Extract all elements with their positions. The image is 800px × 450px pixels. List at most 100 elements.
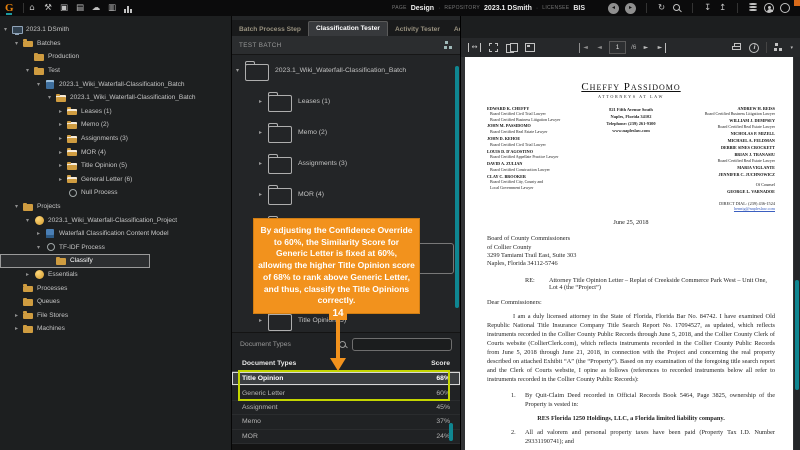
tree-item[interactable]: Production [0,50,231,64]
caret-right-icon[interactable]: ▸ [259,191,268,198]
fitpage-icon[interactable] [489,43,498,52]
tree-item[interactable]: ▾Batches [0,37,231,51]
tree-item[interactable]: ▾2023.1 DSmith [0,23,231,37]
database-icon[interactable] [748,3,758,13]
caret-right-icon[interactable]: ▸ [59,108,67,115]
tree-item[interactable]: ▾2023.1_Wiki_Waterfall-Classification_Ba… [0,91,231,105]
caret-right-icon[interactable]: ▸ [59,176,67,183]
home-icon[interactable]: ⌂ [28,3,37,13]
tree-item[interactable]: ▸Essentials [0,268,231,282]
repository-value[interactable]: 2023.1 DSmith [484,5,532,12]
document-types-search-input[interactable] [352,338,452,351]
tree-item[interactable]: Null Process [0,186,231,200]
caret-right-icon[interactable]: ▸ [259,160,268,167]
layout-options-icon[interactable] [774,43,783,52]
result-row[interactable]: Generic Letter60% [232,386,460,400]
batch-tree-item[interactable]: ▸Leases (1) [232,86,454,117]
info-icon[interactable]: i [749,43,759,53]
tree-item[interactable]: ▸Assignments (3) [0,132,231,146]
search-icon[interactable] [672,3,682,13]
caret-down-icon[interactable]: ▾ [37,81,45,88]
tab-batch-process-step[interactable]: Batch Process Step [232,23,308,36]
tree-item[interactable]: ▾TF-IDF Process [0,241,231,255]
batch-tree-item[interactable]: ▸MOR (4) [232,179,454,210]
caret-right-icon[interactable]: ▸ [15,312,23,319]
tree-item[interactable]: ▸Title Opinion (5) [0,159,231,173]
viewer-scrollbar[interactable] [795,280,799,390]
tree-item[interactable]: Classify [0,254,150,268]
refresh-icon[interactable]: ↻ [657,3,666,13]
first-page-icon[interactable]: ◄ [579,43,590,53]
tree-item[interactable]: Processes [0,281,231,295]
batch-tree-item[interactable]: ▸Memo (2) [232,117,454,148]
tools-icon[interactable]: ⚒ [44,3,53,13]
caret-right-icon[interactable]: ▸ [259,98,268,105]
print-icon[interactable] [732,43,742,52]
caret-right-icon[interactable]: ▸ [259,129,268,136]
caret-right-icon[interactable]: ▸ [26,271,34,278]
tree-item[interactable]: ▸General Letter (6) [0,173,231,187]
forward-icon[interactable]: ▸ [625,3,636,14]
content-icon[interactable]: ▤ [76,3,85,13]
chevron-down-icon[interactable]: ▾ [790,45,793,51]
caret-down-icon[interactable]: ▾ [236,67,245,74]
caret-down-icon[interactable]: ▾ [26,67,34,74]
caret-down-icon[interactable]: ▾ [4,26,12,33]
result-row[interactable]: Title Opinion68% [232,372,460,386]
licensee-value[interactable]: BIS [573,5,585,12]
tree-item[interactable]: ▾2023.1_Wiki_Waterfall-Classification_Ba… [0,77,231,91]
caret-right-icon[interactable]: ▸ [15,325,23,332]
tree-item[interactable]: Queues [0,295,231,309]
caret-right-icon[interactable]: ▸ [259,317,268,324]
archive-icon[interactable]: ▣ [60,3,69,13]
tree-item[interactable]: ▾Test [0,64,231,78]
page-value[interactable]: Design [411,5,434,12]
jobs-icon[interactable]: ▥ [108,3,117,13]
tree-item[interactable]: ▸Leases (1) [0,105,231,119]
help-icon[interactable] [780,3,790,13]
result-row[interactable]: MOR24% [232,430,460,444]
tree-item[interactable]: ▾2023.1_Wiki_Waterfall-Classification_Pr… [0,213,231,227]
previous-page-icon[interactable]: ◄ [595,43,604,53]
caret-down-icon[interactable]: ▾ [15,203,23,210]
viewer-scroll-track[interactable] [794,57,800,450]
batch-tree-item[interactable]: ▾2023.1_Wiki_Waterfall-Classification_Ba… [232,55,454,86]
stats-icon[interactable] [124,3,133,13]
result-row[interactable]: Memo37% [232,415,460,429]
tab-classification-tester[interactable]: Classification Tester [308,21,388,36]
caret-right-icon[interactable]: ▸ [59,135,67,142]
caret-right-icon[interactable]: ▸ [37,230,45,237]
batch-tree-item[interactable]: ▸Assignments (3) [232,148,454,179]
table-scrollbar[interactable] [449,423,453,441]
tree-scrollbar[interactable] [455,66,459,308]
tree-item[interactable]: ▸Waterfall Classification Content Model [0,227,231,241]
result-row[interactable]: Assignment45% [232,401,460,415]
caret-down-icon[interactable]: ▾ [37,244,45,251]
tab-activity-tester[interactable]: Activity Tester [388,23,447,36]
copypages-icon[interactable] [506,43,517,53]
thumbnails-icon[interactable] [525,43,535,52]
caret-right-icon[interactable]: ▸ [59,149,67,156]
batch-tree-options-icon[interactable] [444,41,453,50]
back-icon[interactable]: ◂ [608,3,619,14]
cloud-icon[interactable]: ☁ [92,3,101,13]
caret-right-icon[interactable]: ▸ [59,121,67,128]
caret-down-icon[interactable]: ▾ [48,94,56,101]
caret-down-icon[interactable]: ▾ [15,40,23,47]
next-page-icon[interactable]: ► [641,43,650,53]
tab-advanced[interactable]: Advanced [447,23,461,36]
caret-right-icon[interactable]: ▸ [59,162,67,169]
download-icon[interactable]: ↧ [703,3,712,13]
upload-icon[interactable]: ↥ [718,3,727,13]
tree-item[interactable]: ▸Memo (2) [0,118,231,132]
last-page-icon[interactable]: ► [655,43,666,53]
user-icon[interactable] [764,3,774,13]
tree-item[interactable]: ▸Machines [0,322,231,336]
caret-down-icon[interactable]: ▾ [26,217,34,224]
tree-item[interactable]: ▸MOR (4) [0,145,231,159]
tree-item[interactable]: ▸File Stores [0,308,231,322]
fitwidth-icon[interactable]: ↔ [468,43,481,52]
horizontal-scroll-track[interactable] [232,444,460,450]
page-number-input[interactable] [609,41,626,54]
tree-item[interactable]: ▾Projects [0,200,231,214]
